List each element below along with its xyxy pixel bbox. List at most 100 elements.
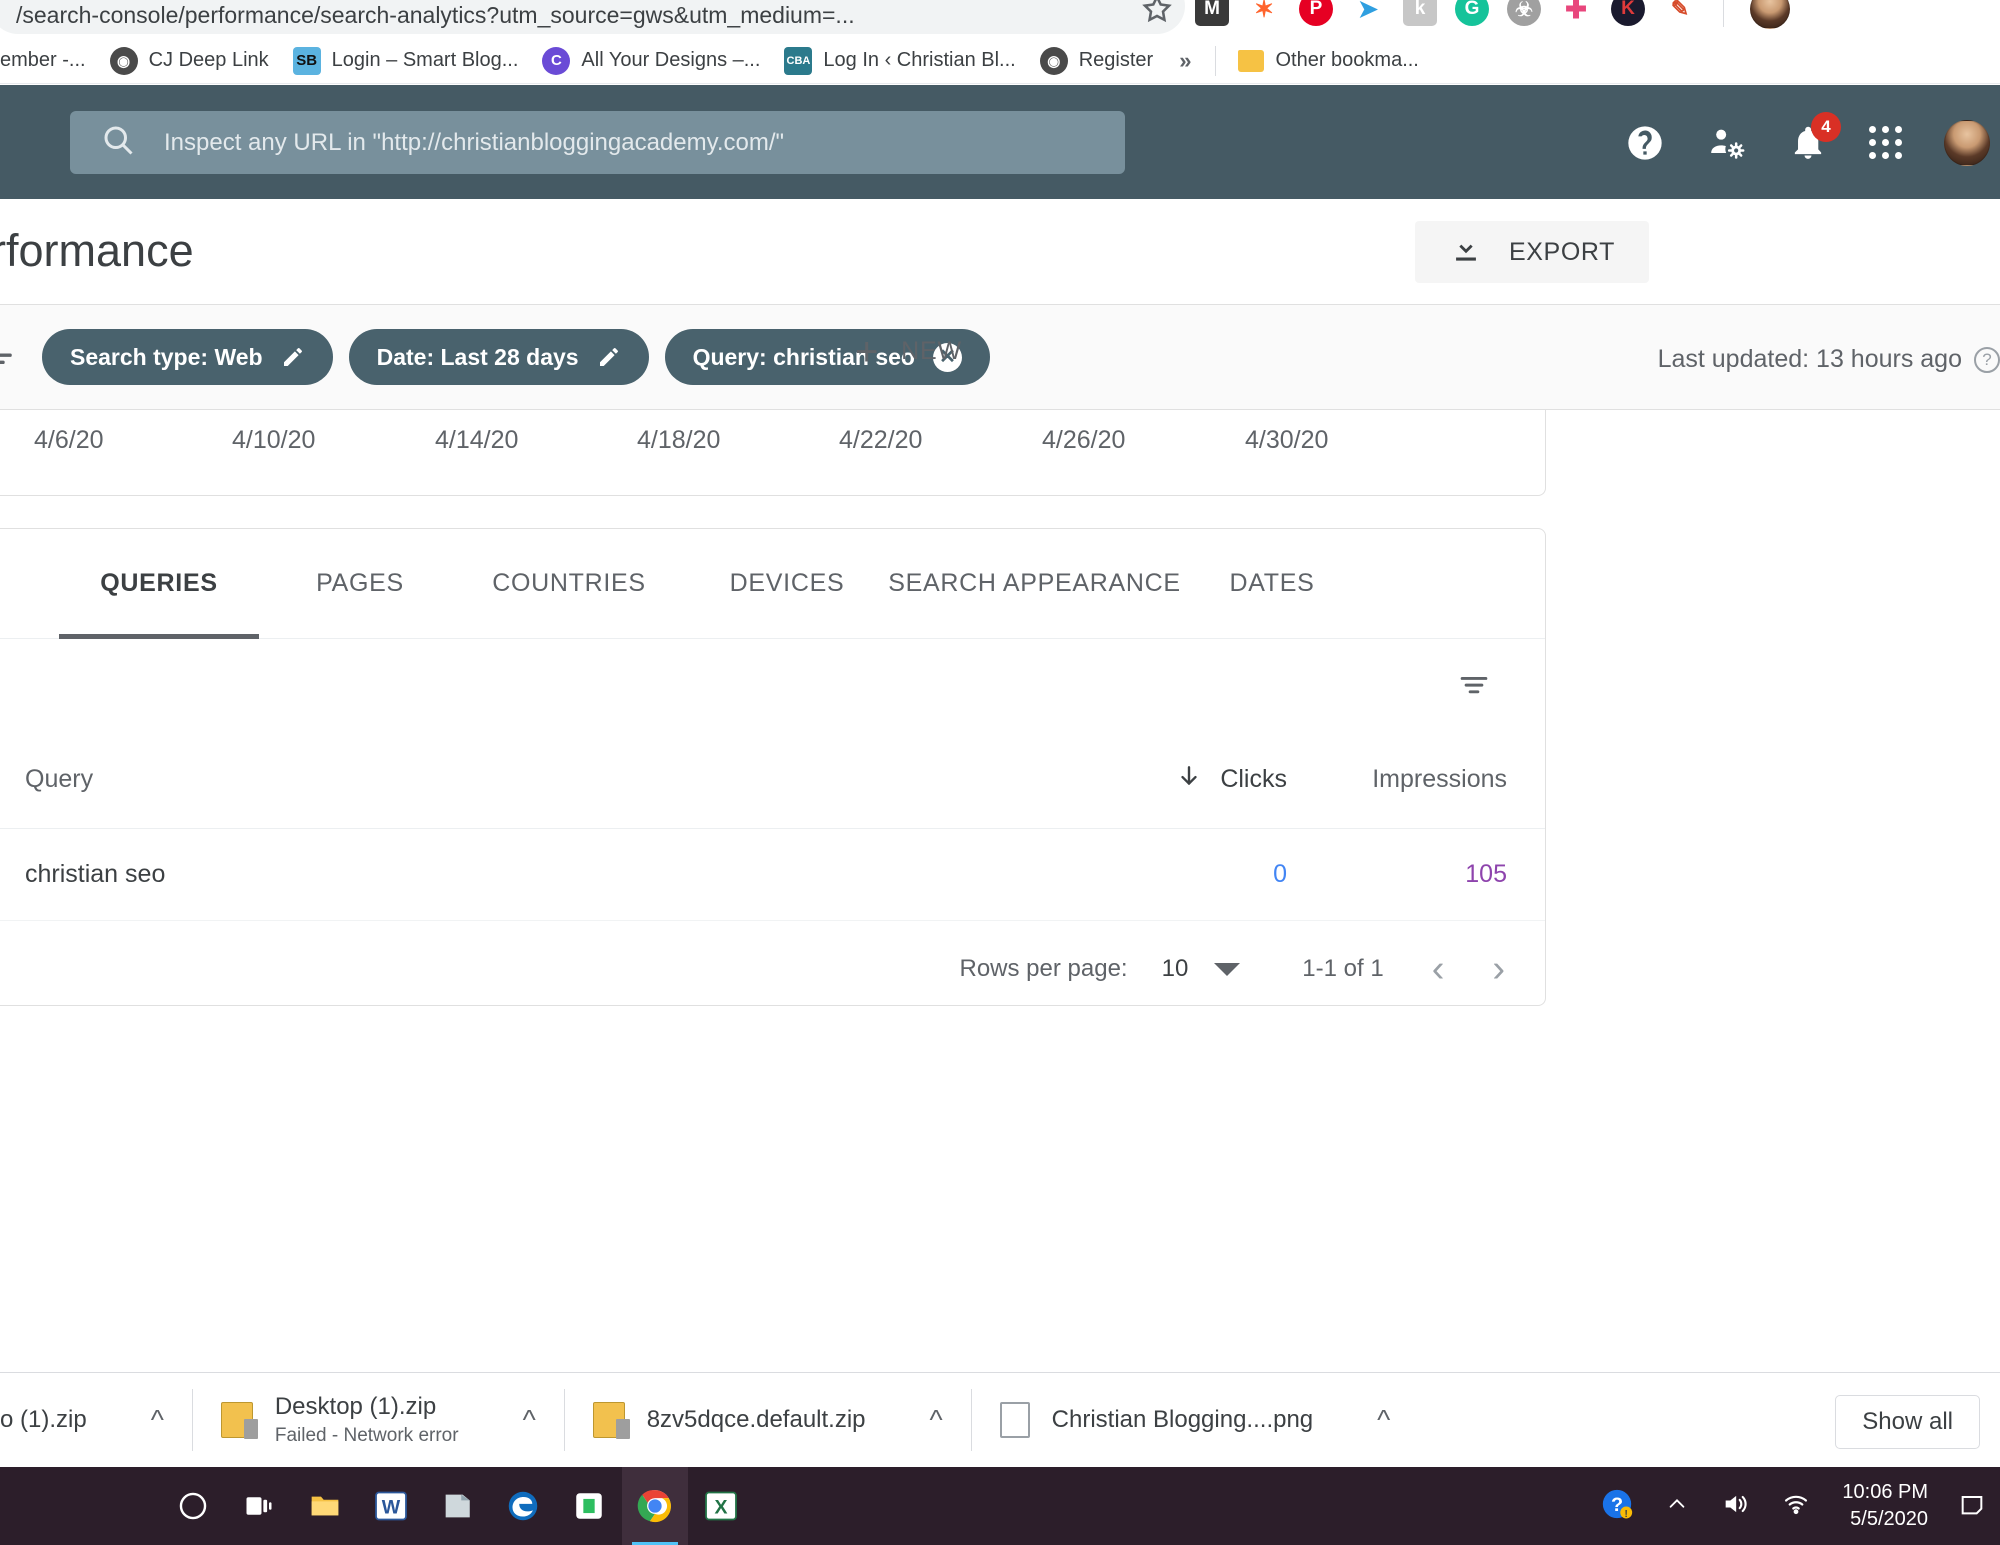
tab-pages[interactable]: PAGES <box>259 529 461 639</box>
chart-x-axis: 4/6/20 4/10/20 4/14/20 4/18/20 4/22/20 4… <box>0 410 1545 495</box>
tab-countries[interactable]: COUNTRIES <box>461 529 677 639</box>
chevron-up-icon[interactable]: ^ <box>930 1404 943 1436</box>
task-view-icon[interactable] <box>226 1467 292 1545</box>
filter-chip-group: Search type: Web Date: Last 28 days Quer… <box>42 329 990 385</box>
filter-bar: Search type: Web Date: Last 28 days Quer… <box>0 305 2000 410</box>
microsoft-edge-icon[interactable] <box>490 1467 556 1545</box>
edit-pencil-icon[interactable] <box>597 345 621 369</box>
bookmark-star-icon[interactable] <box>1140 0 1174 26</box>
filter-chip-search-type[interactable]: Search type: Web <box>42 329 333 385</box>
evernote-icon[interactable] <box>556 1467 622 1545</box>
taskbar-left-spacer <box>0 1467 160 1545</box>
download-item-0[interactable]: o (1).zip ^ <box>0 1373 192 1468</box>
buffer-extension-icon[interactable]: ☣ <box>1507 0 1541 26</box>
chevron-right-icon[interactable]: › <box>1492 950 1505 988</box>
google-apps-grid-icon[interactable] <box>1869 126 1902 159</box>
file-explorer-icon[interactable] <box>292 1467 358 1545</box>
column-header-clicks[interactable]: Clicks <box>1057 763 1287 796</box>
chevron-up-icon[interactable]: ^ <box>523 1404 536 1436</box>
grammarly-extension-icon[interactable]: G <box>1455 0 1489 26</box>
table-row[interactable]: christian seo 0 105 <box>0 829 1545 921</box>
help-icon[interactable] <box>1625 123 1665 163</box>
edit-pencil-icon[interactable] <box>281 345 305 369</box>
system-tray: ?! 10:06 PM 5/5/2020 <box>1600 1467 2000 1545</box>
action-center-icon[interactable] <box>1958 1490 1986 1523</box>
smart-blogger-icon: SB <box>292 46 321 75</box>
filter-chip-label: Search type: Web <box>70 343 263 370</box>
png-file-icon <box>999 1402 1030 1438</box>
dimension-tabs: QUERIES PAGES COUNTRIES DEVICES SEARCH A… <box>0 529 1545 639</box>
tab-queries[interactable]: QUERIES <box>59 529 259 639</box>
bookmark-item-5[interactable]: ◉ Register <box>1028 42 1165 80</box>
tab-label: QUERIES <box>100 569 218 597</box>
zip-file-icon <box>592 1402 630 1439</box>
other-bookmarks-folder[interactable]: Other bookma... <box>1226 44 1430 77</box>
tab-devices[interactable]: DEVICES <box>677 529 897 639</box>
semrush-extension-icon[interactable]: ✶ <box>1247 0 1281 26</box>
bookmarks-bar: ember -... ◉ CJ Deep Link SB Login – Sma… <box>0 38 2000 84</box>
table-filter-icon[interactable] <box>1453 669 1495 706</box>
profile-avatar[interactable] <box>1944 119 1990 166</box>
help-tray-icon[interactable]: ?! <box>1600 1487 1634 1526</box>
export-button[interactable]: EXPORT <box>1415 221 1649 283</box>
download-file-name: Desktop (1).zip <box>274 1393 437 1420</box>
filter-chip-date[interactable]: Date: Last 28 days <box>348 329 649 385</box>
last-updated-status: Last updated: 13 hours ago ? <box>1658 345 2000 374</box>
download-item-3[interactable]: Christian Blogging....png ^ <box>972 1373 1419 1468</box>
tab-dates[interactable]: DATES <box>1172 529 1372 639</box>
filter-list-icon[interactable] <box>0 345 16 384</box>
profile-avatar[interactable] <box>1750 0 1790 29</box>
add-new-filter-button[interactable]: + NEW <box>855 332 962 372</box>
rows-per-page-label: Rows per page: <box>959 955 1128 982</box>
bookmark-item-0[interactable]: ember -... <box>0 44 98 77</box>
download-item-1[interactable]: Desktop (1).zip Failed - Network error ^ <box>193 1373 564 1468</box>
address-bar[interactable]: /search-console/performance/search-analy… <box>0 0 1185 34</box>
bookmark-label: ember -... <box>0 49 86 71</box>
extension-icons: M ✶ P ➤ k G ☣ ✚ K ✎ <box>1195 0 1790 32</box>
microsoft-excel-icon[interactable]: X <box>688 1467 754 1545</box>
help-circle-icon[interactable]: ? <box>1974 346 2000 373</box>
taskbar-clock[interactable]: 10:06 PM 5/5/2020 <box>1842 1479 1928 1533</box>
bookmark-item-1[interactable]: ◉ CJ Deep Link <box>98 42 281 80</box>
wifi-icon[interactable] <box>1780 1490 1812 1523</box>
bookmarks-overflow-button[interactable]: » <box>1165 48 1205 74</box>
google-chrome-icon[interactable] <box>622 1467 688 1545</box>
rows-per-page-value[interactable]: 10 <box>1162 955 1189 983</box>
chevron-up-icon[interactable]: ^ <box>1377 1404 1390 1436</box>
bookmark-item-4[interactable]: CBA Log In ‹ Christian Bl... <box>772 42 1027 80</box>
chevron-down-icon[interactable] <box>1214 962 1241 976</box>
download-item-2[interactable]: 8zv5dqce.default.zip ^ <box>565 1373 971 1468</box>
show-all-downloads-button[interactable]: Show all <box>1835 1395 1980 1449</box>
volume-icon[interactable] <box>1720 1490 1750 1523</box>
x-tick-label: 4/14/20 <box>435 426 519 454</box>
notifications-bell-icon[interactable]: 4 <box>1789 111 1841 162</box>
bookmark-item-2[interactable]: SB Login – Smart Blog... <box>281 42 531 80</box>
search-icon <box>100 122 136 163</box>
url-inspection-input[interactable]: Inspect any URL in "http://christianblog… <box>70 111 1125 174</box>
cell-query: christian seo <box>25 860 166 888</box>
grammarly-blue-extension-icon[interactable]: ➤ <box>1351 0 1385 26</box>
screencast-extension-icon[interactable]: ✎ <box>1663 0 1697 26</box>
microsoft-word-icon[interactable]: W <box>358 1467 424 1545</box>
tab-search-appearance[interactable]: SEARCH APPEARANCE <box>888 529 1180 639</box>
zip-file-icon <box>220 1402 258 1439</box>
keywords-everywhere-extension-icon[interactable]: k <box>1403 0 1437 26</box>
windows-taskbar: W X ?! 10:06 PM 5/5/2020 <box>0 1467 2000 1545</box>
pinterest-extension-icon[interactable]: P <box>1299 0 1333 26</box>
folder-icon <box>1238 49 1265 72</box>
onenote-icon[interactable] <box>424 1467 490 1545</box>
column-header-query[interactable]: Query <box>25 765 1057 794</box>
kartra-extension-icon[interactable]: K <box>1611 0 1645 26</box>
bookmark-item-3[interactable]: C All Your Designs –... <box>530 42 772 80</box>
canva-icon: C <box>542 46 571 75</box>
tailwind-extension-icon[interactable]: ✚ <box>1559 0 1593 26</box>
chevron-up-icon[interactable]: ^ <box>151 1404 164 1436</box>
show-hidden-icons-chevron[interactable] <box>1664 1493 1690 1520</box>
column-header-clicks-label: Clicks <box>1220 765 1287 793</box>
column-header-impressions[interactable]: Impressions <box>1287 765 1507 794</box>
chevron-left-icon[interactable]: ‹ <box>1432 950 1445 988</box>
cortana-circle-icon[interactable] <box>160 1467 226 1545</box>
moz-extension-icon[interactable]: M <box>1195 0 1229 26</box>
clock-date: 5/5/2020 <box>1850 1508 1928 1530</box>
account-settings-icon[interactable] <box>1707 123 1747 163</box>
